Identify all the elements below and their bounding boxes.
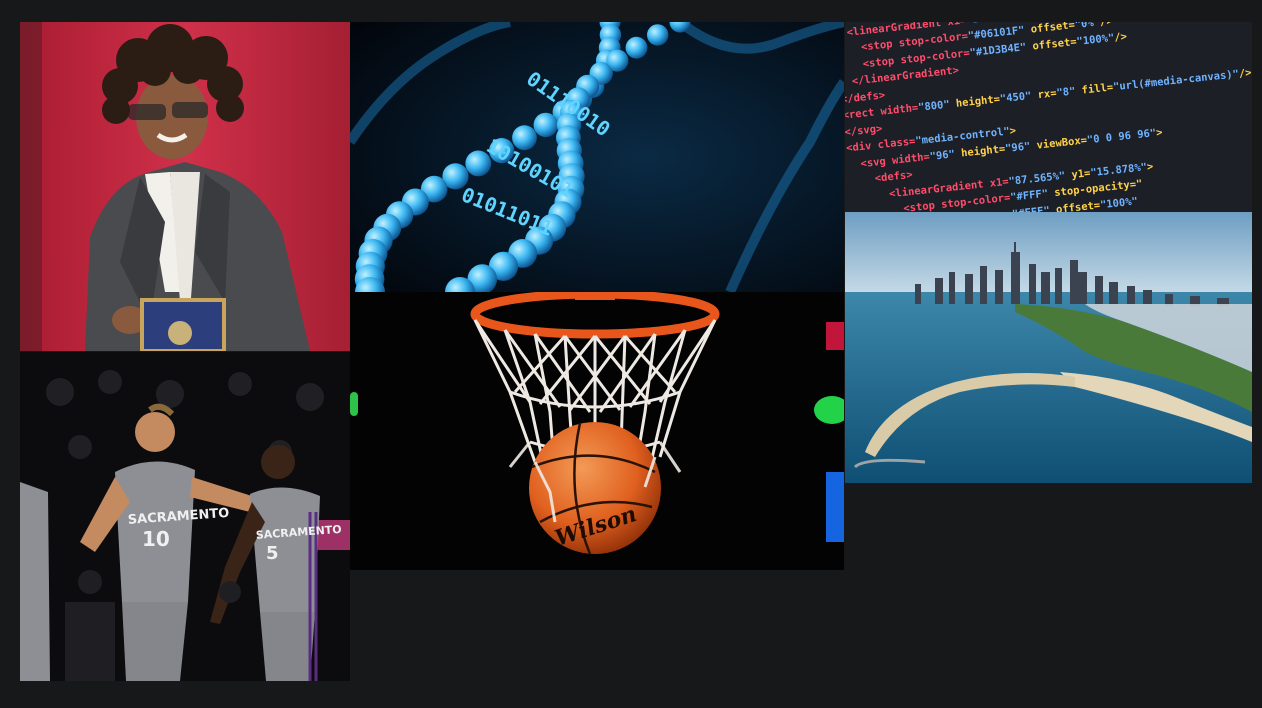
- dna-bead: [625, 36, 648, 59]
- gallery-tile-dna[interactable]: 01110010 10100101 01011011: [350, 22, 844, 292]
- code-snippet: <defs> <linearGradient x1="100%" y1="0%"…: [845, 22, 1252, 212]
- gallery-tile-student-portrait[interactable]: [20, 22, 350, 351]
- dna-bead: [533, 112, 558, 138]
- jersey-number: 10: [142, 527, 170, 551]
- gallery-tile-chicago[interactable]: [845, 212, 1252, 483]
- student-award-photo: [20, 22, 350, 351]
- basketball-hoop-image: Wilson: [350, 292, 844, 570]
- dna-helix-image: 01110010 10100101 01011011: [350, 22, 844, 292]
- basketball-players-photo: SACRAMENTO 10 SACRAMENTO 5: [20, 352, 350, 681]
- jersey-number: 5: [266, 543, 279, 564]
- chicago-skyline-image: [845, 212, 1252, 483]
- gallery-tile-code[interactable]: <defs> <linearGradient x1="100%" y1="0%"…: [845, 22, 1252, 212]
- dna-bead: [647, 24, 669, 46]
- gallery-tile-kings-players[interactable]: SACRAMENTO 10 SACRAMENTO 5: [20, 352, 350, 681]
- gallery-tile-basketball[interactable]: Wilson: [350, 292, 844, 570]
